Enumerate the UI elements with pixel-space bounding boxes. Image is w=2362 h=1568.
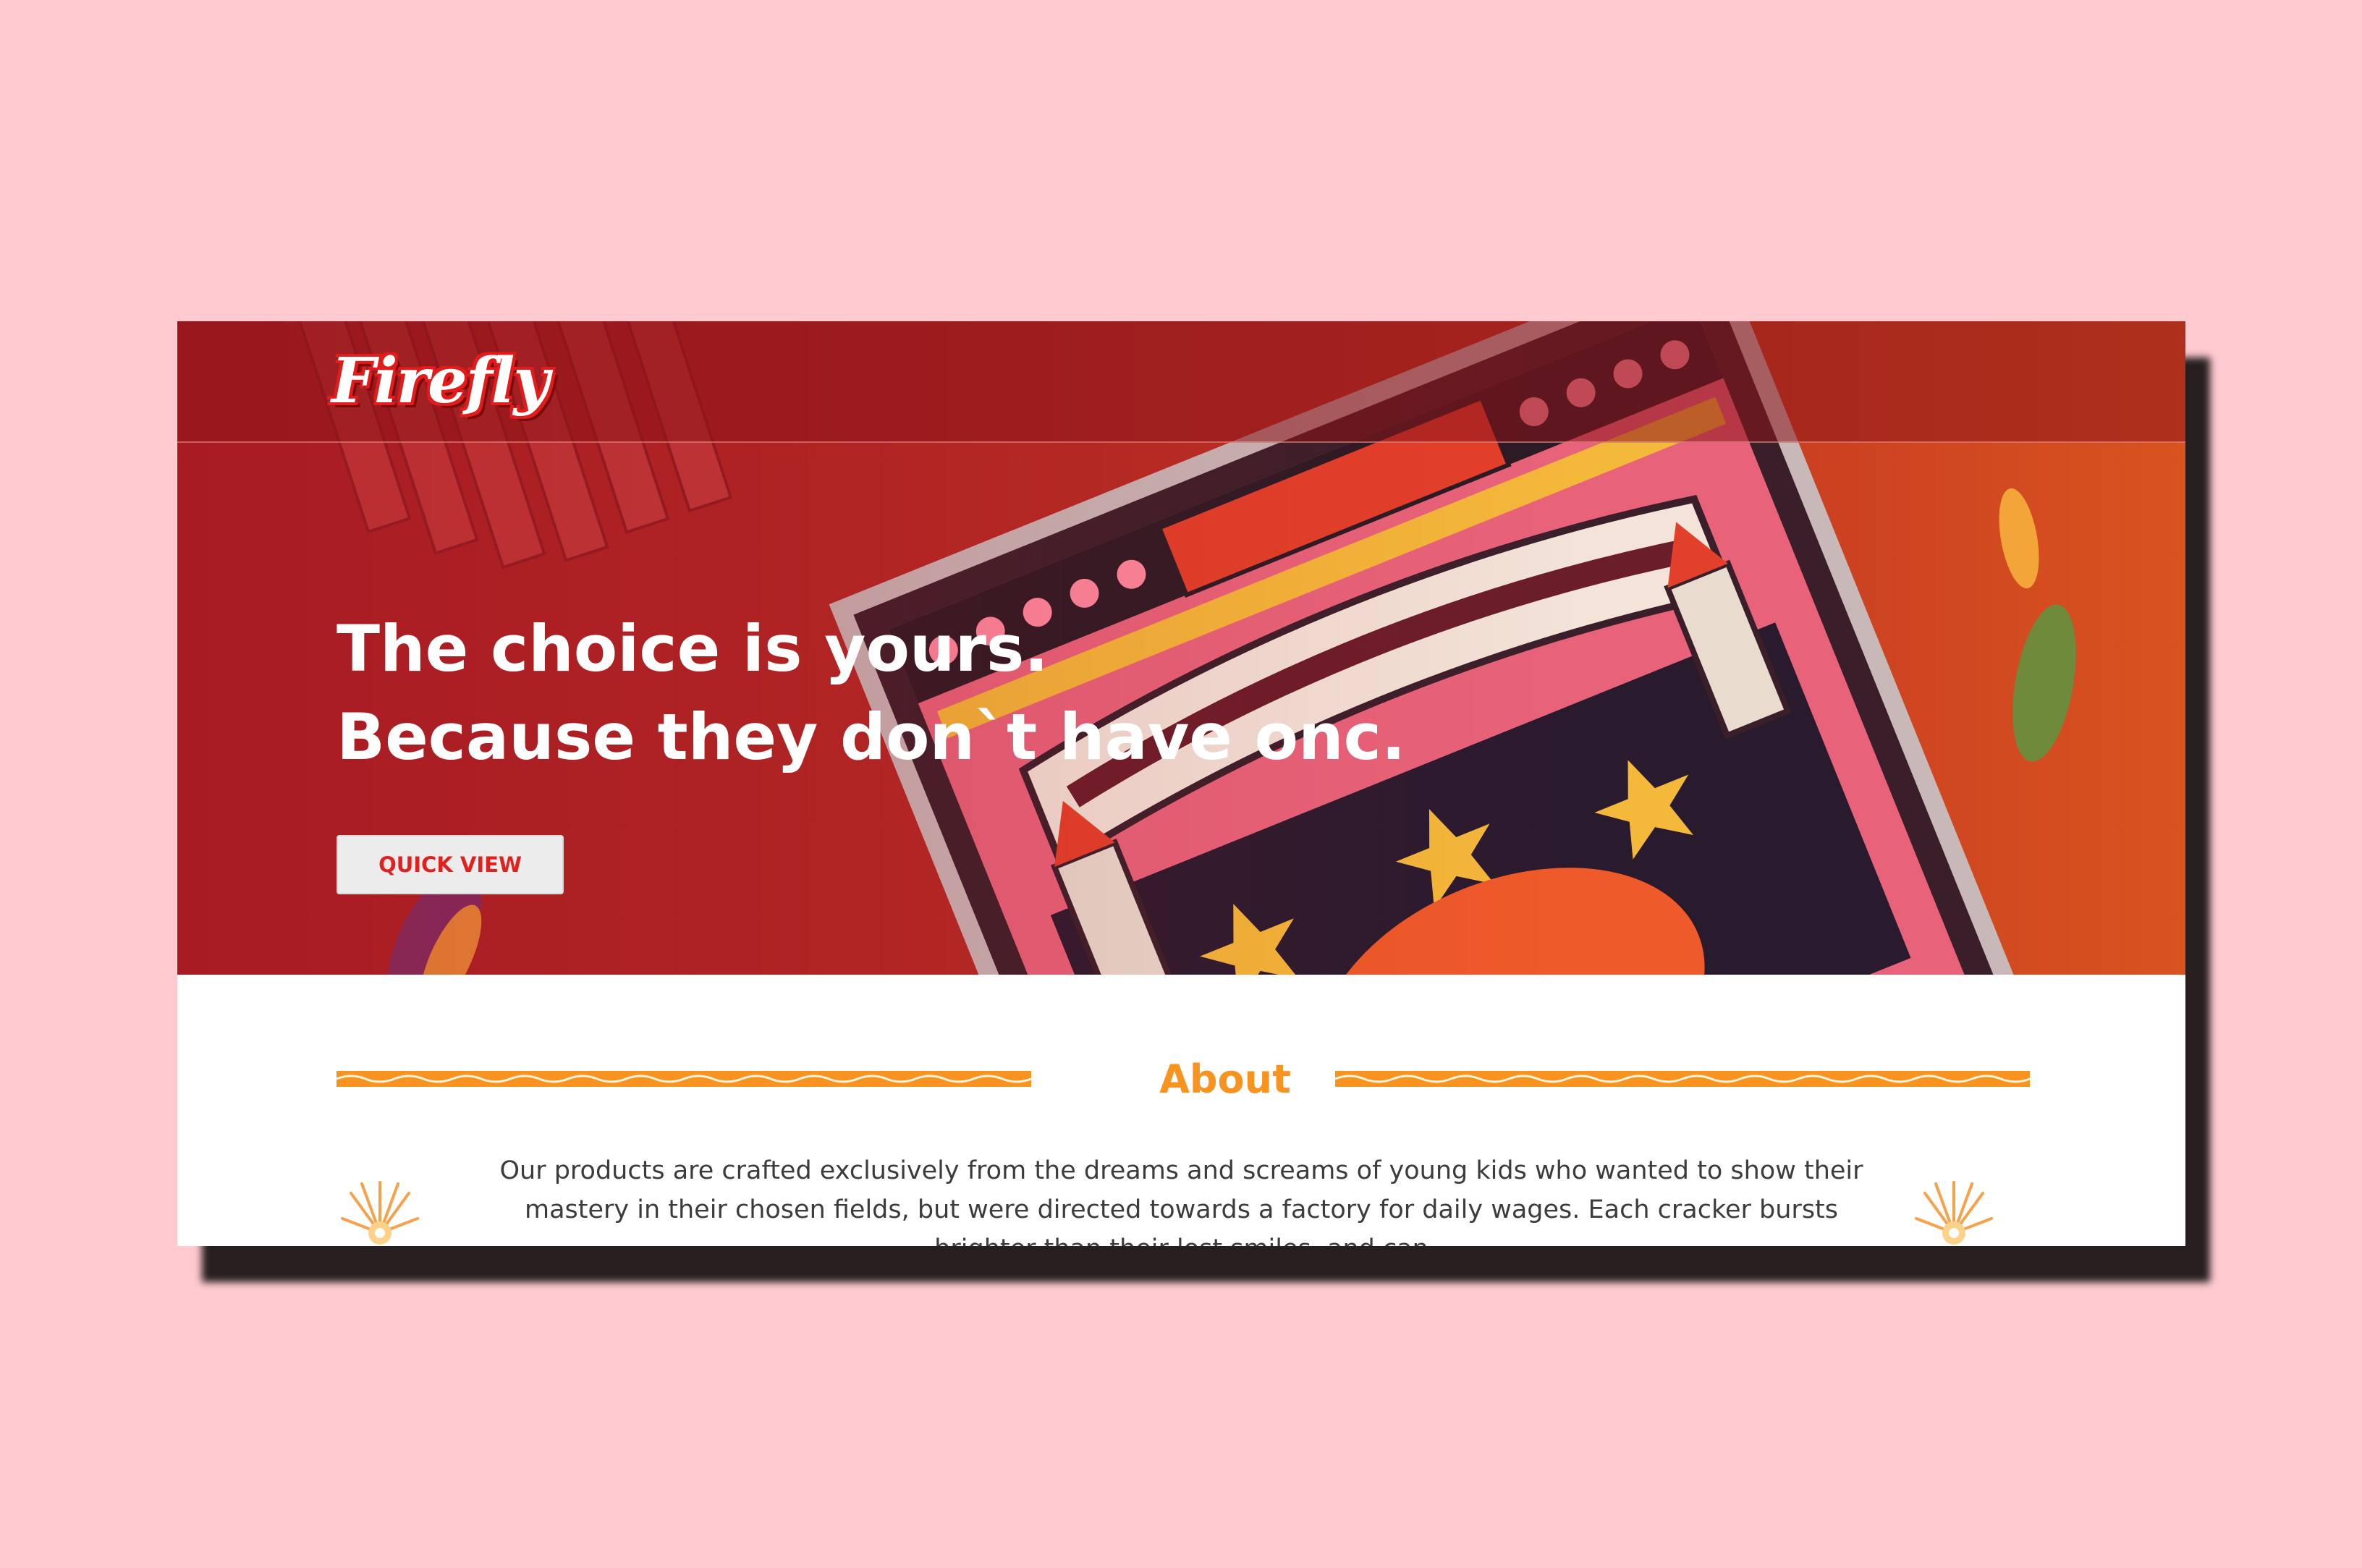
hero-headline-text: The choice is yours. Because they don`t …: [336, 605, 1405, 781]
top-navigation-bar: Firefly: [177, 321, 2185, 443]
about-divider-left: [336, 1071, 1031, 1087]
website-mockup: Firefly The choice is yours. Because the…: [177, 321, 2185, 1246]
wave-pattern-icon: [336, 1075, 1031, 1083]
hero-headline: The choice is yours. Because they don`t …: [336, 605, 1405, 781]
brand-logo[interactable]: Firefly: [331, 342, 549, 421]
hero-headline-line1: The choice is yours.: [336, 611, 1049, 686]
hero-banner: Firefly The choice is yours. Because the…: [177, 321, 2185, 975]
firework-burst-icon: [341, 1181, 419, 1245]
firework-burst-icon: [1915, 1181, 1993, 1245]
quick-view-button[interactable]: QUICK VIEW: [336, 835, 564, 894]
about-body-text: Our products are crafted exclusively fro…: [499, 1156, 1863, 1246]
hero-headline-line2: Because they don`t have onc.: [336, 700, 1406, 774]
wave-pattern-icon: [1335, 1075, 2030, 1083]
about-heading: About: [1159, 1056, 1291, 1102]
about-divider-right: [1335, 1071, 2030, 1087]
